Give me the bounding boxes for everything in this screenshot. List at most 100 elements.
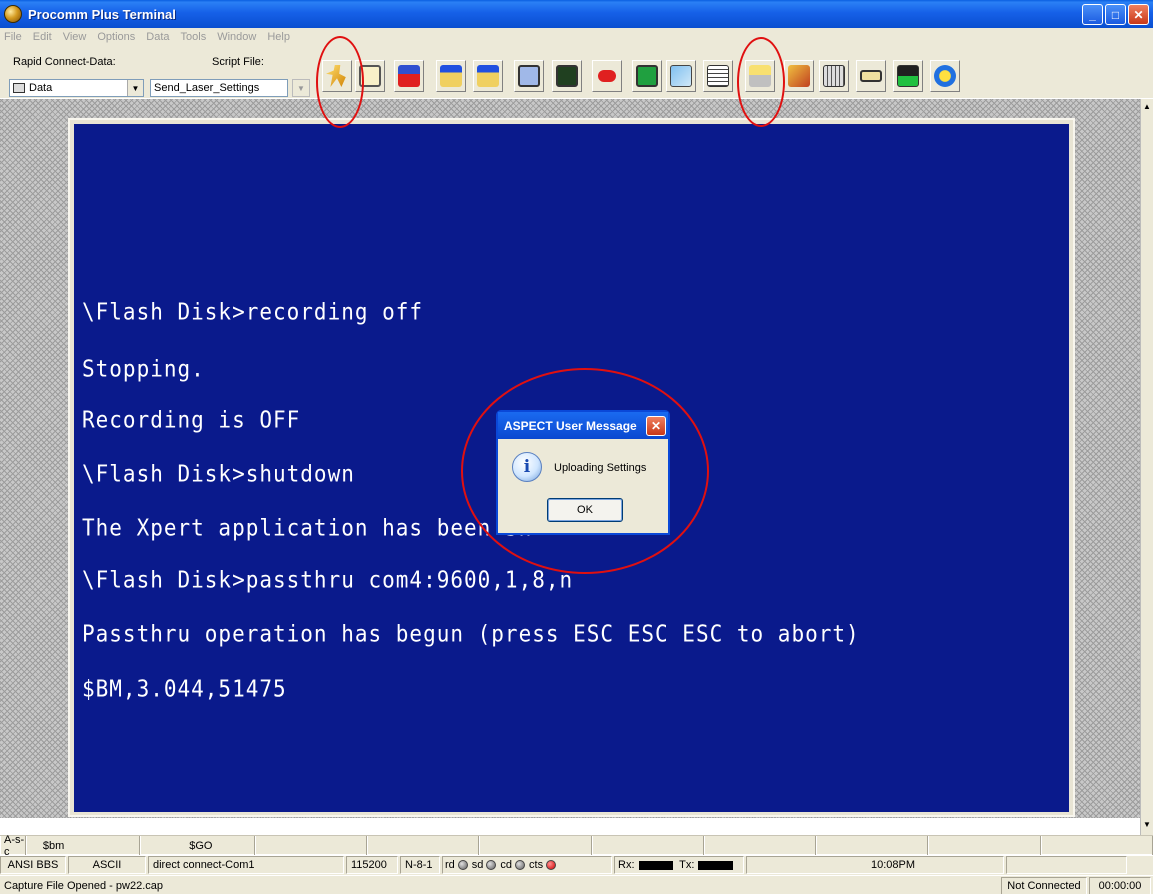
connection-info: Not Connected 00:00:00 <box>1001 877 1151 894</box>
rapid-connect-label: Rapid Connect-Data: <box>13 56 116 68</box>
macro-key[interactable]: $bm <box>25 836 141 855</box>
rd-led-icon <box>457 860 468 870</box>
cable-icon <box>860 70 882 82</box>
menu-window[interactable]: Window <box>217 31 256 43</box>
connection-status[interactable]: direct connect-Com1 <box>148 856 344 874</box>
menu-data[interactable]: Data <box>146 31 169 43</box>
macro-key[interactable] <box>591 836 704 855</box>
terminal-line: \Flash Disk>shutdown <box>82 460 355 487</box>
led-label: rd <box>445 859 455 871</box>
paperclip-icon <box>670 65 692 87</box>
app-icon <box>4 5 22 23</box>
close-button[interactable]: ✕ <box>1128 4 1149 25</box>
macro-key[interactable]: $GO <box>140 836 255 855</box>
window-controls: _ □ ✕ <box>1082 4 1149 25</box>
terminal-display-button[interactable] <box>552 60 582 92</box>
help-button[interactable] <box>930 60 960 92</box>
macro-key[interactable] <box>254 836 368 855</box>
sd-led-icon <box>486 860 497 870</box>
menu-edit[interactable]: Edit <box>33 31 52 43</box>
elapsed-time: 00:00:00 <box>1089 877 1151 894</box>
scroll-down-icon[interactable]: ▼ <box>1143 820 1151 829</box>
cts-led-icon <box>546 860 557 870</box>
script-dropdown-button[interactable]: ▼ <box>292 79 310 97</box>
macro-key[interactable] <box>928 836 1041 855</box>
terminal-line: The Xpert application has been sh <box>82 514 533 541</box>
annotation-circle <box>316 36 364 128</box>
macro-key[interactable] <box>816 836 929 855</box>
vertical-scrollbar[interactable]: ▲ ▼ <box>1140 99 1153 835</box>
terminal-line: \Flash Disk>passthru com4:9600,1,8,n <box>82 566 574 593</box>
clock-status: 10:08PM <box>746 856 1004 874</box>
tx-meter <box>698 860 733 870</box>
macro-key[interactable] <box>703 836 817 855</box>
rx-meter <box>638 860 674 870</box>
monitor-button[interactable] <box>632 60 662 92</box>
upload-icon <box>518 65 540 87</box>
terminal-line: Passthru operation has begun (press ESC … <box>82 620 860 647</box>
transfer-status[interactable]: ASCII <box>68 856 146 874</box>
emulation-status[interactable]: ANSI BBS <box>0 856 66 874</box>
led-label: cd <box>500 859 513 871</box>
led-label: sd <box>471 859 484 871</box>
pencil-icon <box>788 65 810 87</box>
script-file-select[interactable]: Send_Laser_Settings <box>150 79 288 97</box>
terminal-line: \Flash Disk>recording off <box>82 298 424 325</box>
terminal-line: Stopping. <box>82 355 205 382</box>
scroll-up-icon[interactable]: ▲ <box>1143 102 1151 111</box>
upload-button[interactable] <box>514 60 544 92</box>
receive-file-button[interactable] <box>473 60 503 92</box>
capture-bar: Capture File Opened - pw22.cap Not Conne… <box>0 876 1153 894</box>
macro-key[interactable] <box>479 836 592 855</box>
print-button[interactable] <box>703 60 733 92</box>
annotation-circle <box>461 368 709 574</box>
menu-file[interactable]: File <box>4 31 22 43</box>
leds-status: rd sd cd cts <box>442 856 612 874</box>
meter-icon <box>897 65 919 87</box>
rapid-connect-value: Data <box>29 82 53 94</box>
attach-button[interactable] <box>666 60 696 92</box>
window-title: Procomm Plus Terminal <box>28 6 176 22</box>
meter-config-button[interactable] <box>893 60 923 92</box>
macro-key[interactable] <box>1040 836 1153 855</box>
maximize-button[interactable]: □ <box>1105 4 1126 25</box>
led-label: cts <box>529 859 544 871</box>
connection-state: Not Connected <box>1001 877 1087 894</box>
minimize-button[interactable]: _ <box>1082 4 1103 25</box>
menu-options[interactable]: Options <box>97 31 135 43</box>
title-bar: Procomm Plus Terminal _ □ ✕ <box>0 0 1153 28</box>
keyboard-button[interactable] <box>819 60 849 92</box>
baud-status[interactable]: 115200 <box>346 856 398 874</box>
macro-key[interactable] <box>367 836 480 855</box>
terminal-line: Recording is OFF <box>82 406 301 433</box>
params-status[interactable]: N-8-1 <box>400 856 440 874</box>
monitor-icon <box>636 65 658 87</box>
terminal-icon <box>13 83 25 93</box>
menu-tools[interactable]: Tools <box>181 31 207 43</box>
menu-bar: File Edit View Options Data Tools Window… <box>0 28 1153 46</box>
hangup-button[interactable] <box>592 60 622 92</box>
script-file-label: Script File: <box>212 56 264 68</box>
folder-down-icon <box>477 65 499 87</box>
script-file-value: Send_Laser_Settings <box>154 82 260 94</box>
keyboard-icon <box>823 65 845 87</box>
chevron-down-icon[interactable]: ▼ <box>127 80 143 96</box>
macro-key[interactable]: A-s-c <box>0 834 26 858</box>
rxtx-status: Rx: Tx: <box>614 856 744 874</box>
rapid-connect-select[interactable]: Data ▼ <box>9 79 144 97</box>
tx-label: Tx: <box>679 859 695 871</box>
mode-icon <box>398 65 420 87</box>
phone-icon <box>598 70 616 82</box>
printer-icon <box>707 65 729 87</box>
folder-up-icon <box>440 65 462 87</box>
mode-button[interactable] <box>394 60 424 92</box>
edit-script-button[interactable] <box>784 60 814 92</box>
rx-label: Rx: <box>618 859 635 871</box>
annotation-circle <box>737 37 785 127</box>
cable-button[interactable] <box>856 60 886 92</box>
macro-bar: A-s-c $bm $GO <box>0 834 1153 858</box>
send-file-button[interactable] <box>436 60 466 92</box>
menu-view[interactable]: View <box>63 31 87 43</box>
status-bar: ANSI BBS ASCII direct connect-Com1 11520… <box>0 856 1153 875</box>
menu-help[interactable]: Help <box>267 31 290 43</box>
